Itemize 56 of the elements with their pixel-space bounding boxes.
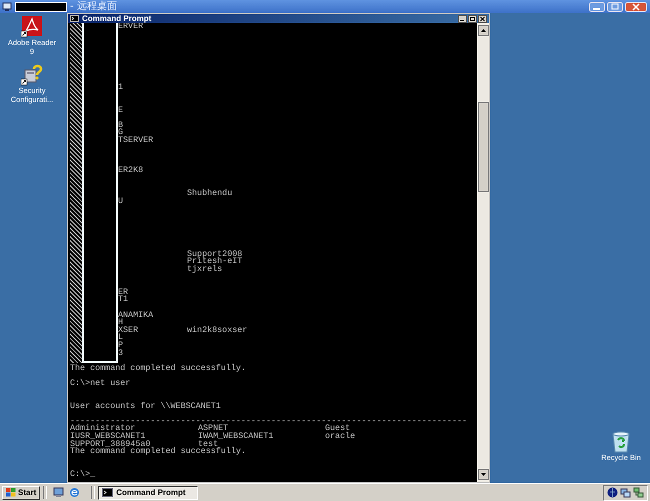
minimize-icon[interactable] — [458, 14, 467, 22]
console-text: ASPNET — [198, 425, 228, 434]
console-text: tjxrels — [187, 266, 222, 274]
console-text: L — [118, 334, 124, 342]
console-text: IWAM_WEBSCANET1 — [198, 433, 274, 441]
pdf-document-icon — [21, 16, 43, 38]
desktop-icon[interactable] — [53, 487, 64, 498]
console-text: XSER — [118, 326, 138, 334]
computer-icon — [2, 2, 12, 12]
console-text: B — [118, 122, 124, 130]
console-text: oracle — [325, 433, 356, 441]
bin-icon — [610, 431, 632, 453]
console-text: Pritesh-eIT — [187, 258, 242, 266]
window-title: - 远程桌面 — [70, 0, 117, 12]
console-text: The command completed successfully. — [70, 448, 246, 456]
window-title: Command Prompt — [82, 14, 152, 23]
vertical-scrollbar[interactable] — [477, 23, 489, 482]
start-button[interactable]: Start — [2, 486, 40, 500]
console-text: Shubhendu — [187, 190, 232, 198]
windows-flag-icon — [6, 488, 16, 497]
console-text: G — [118, 129, 124, 137]
console-text: U — [118, 198, 124, 206]
scroll-up-icon[interactable] — [478, 25, 488, 36]
restore-icon[interactable] — [468, 14, 477, 22]
console-text: C:\>net user — [70, 380, 130, 388]
network-icon[interactable] — [620, 487, 631, 498]
console-text: E — [118, 106, 124, 114]
redaction-box — [15, 2, 67, 12]
console-text: ER2K8 — [118, 167, 144, 175]
network-icon[interactable] — [633, 487, 644, 498]
console-text: 1 — [118, 84, 124, 92]
document-question-icon — [21, 64, 43, 86]
console-text: Guest — [325, 425, 350, 434]
close-icon[interactable] — [478, 14, 487, 22]
console-text: ANAMIKA — [118, 312, 154, 320]
console-text: 3 — [118, 350, 124, 358]
console-text: Administrator — [70, 425, 136, 434]
scroll-down-icon[interactable] — [478, 469, 488, 480]
taskbar-button[interactable]: Command Prompt — [98, 486, 198, 500]
console-text: User accounts for \\WEBSCANET1 — [70, 402, 221, 410]
browser-icon[interactable] — [69, 487, 80, 498]
console-text: ER — [118, 288, 128, 296]
scroll-thumb[interactable] — [478, 102, 488, 192]
console-text: Support2008 — [187, 250, 242, 258]
console-text: H — [118, 319, 124, 327]
console-text: win2k8soxser — [187, 326, 248, 334]
console-text: test — [198, 440, 218, 448]
console-text: IUSR_WEBSCANET1 — [70, 433, 146, 441]
console-icon — [102, 488, 114, 497]
console-text: The command completed successfully. — [70, 364, 246, 372]
console-text: C:\>_ — [70, 471, 96, 479]
globe-icon[interactable] — [607, 487, 618, 498]
console-text: P — [118, 342, 124, 350]
console-text: SUPPORT_388945a0 — [70, 440, 150, 448]
console-text: T1 — [118, 296, 128, 304]
console-text: TSERVER — [118, 136, 154, 144]
